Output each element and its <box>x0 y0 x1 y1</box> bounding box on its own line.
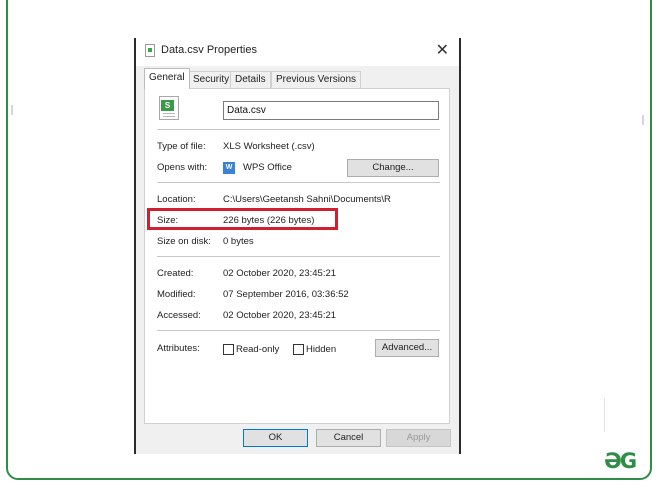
size-highlight-box <box>147 208 338 230</box>
file-title-icon <box>145 44 155 57</box>
divider <box>157 129 440 130</box>
logo-divider <box>604 398 605 432</box>
cancel-button[interactable]: Cancel <box>316 429 381 447</box>
size-on-disk-label: Size on disk: <box>157 236 211 247</box>
close-button[interactable]: ✕ <box>436 40 449 60</box>
opens-with-value: WPS Office <box>243 162 292 173</box>
file-icon-line <box>163 113 175 114</box>
type-label: Type of file: <box>157 141 206 152</box>
advanced-button[interactable]: Advanced... <box>375 339 439 357</box>
readonly-checkbox[interactable] <box>223 344 234 355</box>
location-value: C:\Users\Geetansh Sahni\Documents\R <box>223 194 391 205</box>
wps-office-icon: W <box>223 162 235 174</box>
right-edge-mark <box>642 115 644 125</box>
apply-button[interactable]: Apply <box>386 429 451 447</box>
hidden-label: Hidden <box>306 344 337 355</box>
opens-with-label: Opens with: <box>157 162 208 173</box>
readonly-label: Read-only <box>236 344 280 355</box>
size-on-disk-value: 0 bytes <box>223 236 254 247</box>
tab-details[interactable]: Details <box>230 71 271 88</box>
modified-label: Modified: <box>157 289 196 300</box>
accessed-value: 02 October 2020, 23:45:21 <box>223 310 337 321</box>
created-label: Created: <box>157 268 194 279</box>
left-edge-mark <box>11 105 13 115</box>
ok-button[interactable]: OK <box>243 429 308 447</box>
divider <box>157 256 440 257</box>
dialog-title: Data.csv Properties <box>161 44 257 56</box>
change-button[interactable]: Change... <box>347 159 439 177</box>
hidden-checkbox[interactable] <box>293 344 304 355</box>
location-label: Location: <box>157 194 196 205</box>
file-icon-line <box>163 116 175 117</box>
modified-value: 07 September 2016, 03:36:52 <box>223 289 349 300</box>
file-icon-badge: S <box>161 100 174 111</box>
tab-previous-versions[interactable]: Previous Versions <box>271 71 362 88</box>
tab-general[interactable]: General <box>144 68 190 89</box>
general-panel: S Type of file: XLS Worksheet (.csv) Ope… <box>144 88 450 424</box>
title-bar: Data.csv Properties ✕ <box>136 38 459 66</box>
tab-security[interactable]: Security <box>188 71 235 88</box>
properties-dialog: Data.csv Properties ✕ General Security D… <box>134 38 461 454</box>
created-value: 02 October 2020, 23:45:21 <box>223 268 337 279</box>
gfg-logo: ƏG <box>604 449 637 473</box>
spreadsheet-file-icon: S <box>159 96 179 120</box>
accessed-label: Accessed: <box>157 310 201 321</box>
attributes-label: Attributes: <box>157 343 200 354</box>
filename-input[interactable] <box>223 101 439 120</box>
divider <box>157 182 440 183</box>
type-value: XLS Worksheet (.csv) <box>223 141 315 152</box>
divider <box>157 330 440 331</box>
